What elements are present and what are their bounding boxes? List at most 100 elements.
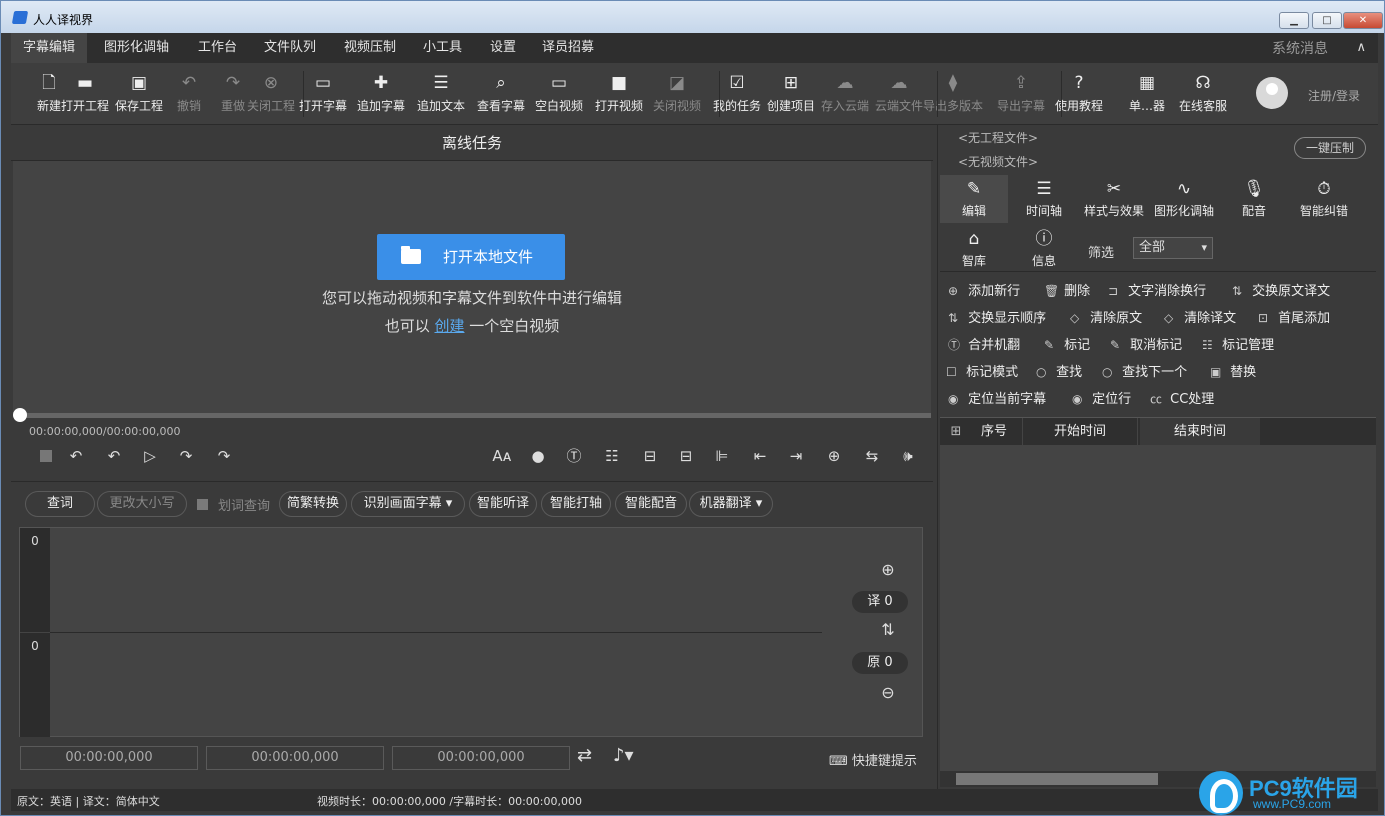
tab-timeline[interactable]: ☰ 时间轴 <box>1010 175 1078 223</box>
toolbar-cloud-upload-button[interactable]: ☁ 云端文件 <box>873 63 925 125</box>
back-1s-icon[interactable]: ↶ <box>101 445 127 467</box>
merge-lines-icon[interactable]: ⊟ <box>637 445 663 467</box>
open-local-file-button[interactable]: 打开本地文件 <box>377 234 565 280</box>
filter-select[interactable]: 全部 <box>1133 237 1213 259</box>
col-index[interactable]: 序号 <box>968 418 1020 446</box>
op-button[interactable]: ◇ 清除译文 <box>1164 307 1236 326</box>
tab-smart-check[interactable]: ⏱ 智能纠错 <box>1290 175 1358 223</box>
forward-1s-icon[interactable]: ↷ <box>173 445 199 467</box>
collapse-toolbar-button[interactable]: ∧ <box>1356 33 1366 63</box>
toolbar-video-camera-button[interactable]: ■ 打开视频 <box>593 63 645 125</box>
menu-workbench[interactable]: 工作台 <box>186 33 249 63</box>
toolbar-view-subtitle-button[interactable]: ⌕ 查看字幕 <box>475 63 527 125</box>
smart-dub-button[interactable]: 智能配音 <box>615 491 687 517</box>
volume-icon[interactable]: 🕪 <box>895 445 921 467</box>
op-button[interactable]: ◉ 定位行 <box>1072 388 1131 407</box>
align-list-icon[interactable]: ☷ <box>599 445 625 467</box>
text-style-icon[interactable]: Ⓣ <box>561 445 587 467</box>
toolbar-blank-video-button[interactable]: ▭ 空白视频 <box>533 63 585 125</box>
zoom-out-icon[interactable]: ⊖ <box>878 683 898 702</box>
system-message-link[interactable]: 系统消息 <box>1272 33 1328 65</box>
lookup-button[interactable]: 查词 <box>25 491 95 517</box>
recognize-subtitle-dropdown[interactable]: 识别画面字幕 ▾ <box>351 491 465 517</box>
scrollbar-thumb[interactable] <box>956 773 1158 785</box>
seek-handle[interactable] <box>13 408 27 422</box>
toolbar-undo-button[interactable]: ↶ 撤销 <box>172 63 206 125</box>
split-lines-icon[interactable]: ⊟ <box>673 445 699 467</box>
subtitle-editor[interactable]: 0 0 ⊕ 译 0 ⇅ 原 0 ⊖ <box>19 527 923 737</box>
clock-icon[interactable]: ● <box>525 445 551 467</box>
tab-info[interactable]: ⓘ 信息 <box>1010 225 1078 273</box>
stop-button[interactable] <box>33 445 59 467</box>
op-button[interactable]: ⊡ 首尾添加 <box>1258 307 1330 326</box>
swap-icon[interactable]: ⇆ <box>859 445 885 467</box>
op-button[interactable]: ○ 查找 <box>1036 361 1082 380</box>
toolbar-folder-button[interactable]: ▬ 打开工程 <box>59 63 111 125</box>
menu-translator-recruit[interactable]: 译员招募 <box>530 33 606 63</box>
menu-file-queue[interactable]: 文件队列 <box>252 33 328 63</box>
start-time-field[interactable]: 00:00:00,000 <box>20 746 198 770</box>
tab-tools[interactable]: ✂ 样式与效果 <box>1080 175 1148 223</box>
avatar[interactable] <box>1256 77 1288 109</box>
jump-end-icon[interactable]: ⇥ <box>783 445 809 467</box>
seek-bar[interactable] <box>13 408 931 422</box>
target-icon[interactable]: ⊕ <box>821 445 847 467</box>
music-note-icon[interactable]: ♪▾ <box>613 745 634 766</box>
tab-graph[interactable]: ∿ 图形化调轴 <box>1150 175 1218 223</box>
toolbar-export-file-button[interactable]: ⇪ 导出字幕 <box>995 63 1047 125</box>
end-time-field[interactable]: 00:00:00,000 <box>206 746 384 770</box>
menu-subtitle-edit[interactable]: 字幕编辑 <box>11 33 88 63</box>
swap-times-icon[interactable]: ⇄ <box>577 745 592 766</box>
toolbar-create-project-button[interactable]: ⊞ 创建项目 <box>765 63 817 125</box>
forward-3s-icon[interactable]: ↷ <box>211 445 237 467</box>
minimize-button[interactable]: ▁ <box>1279 12 1309 29</box>
back-3s-icon[interactable]: ↶ <box>63 445 89 467</box>
word-lookup-checkbox[interactable] <box>197 499 208 510</box>
toolbar-headset-button[interactable]: ☊ 在线客服 <box>1177 63 1229 125</box>
machine-translate-dropdown[interactable]: 机器翻译 ▾ <box>689 491 773 517</box>
op-button[interactable]: ✎ 取消标记 <box>1110 334 1182 353</box>
login-link[interactable]: 注册/登录 <box>1308 87 1360 104</box>
tab-pencil[interactable]: ✎ 编辑 <box>940 175 1008 223</box>
op-button[interactable]: ⊐ 文字消除换行 <box>1108 280 1206 299</box>
menu-video-compress[interactable]: 视频压制 <box>332 33 408 63</box>
font-size-icon[interactable]: Aᴀ <box>489 445 515 467</box>
one-key-compress-button[interactable]: 一键压制 <box>1294 137 1366 159</box>
op-button[interactable]: ◉ 定位当前字幕 <box>948 388 1046 407</box>
op-button[interactable]: ○ 查找下一个 <box>1102 361 1187 380</box>
menu-small-tools[interactable]: 小工具 <box>411 33 474 63</box>
op-button[interactable]: Ⓣ 合并机翻 <box>948 334 1020 353</box>
jump-start-icon[interactable]: ⇤ <box>747 445 773 467</box>
menu-graphic-axis[interactable]: 图形化调轴 <box>92 33 181 63</box>
swap-vertical-icon[interactable]: ⇅ <box>878 620 898 639</box>
smart-listen-button[interactable]: 智能听译 <box>469 491 537 517</box>
toolbar-export-layers-button[interactable]: ⧫ 导出多版本 <box>921 63 985 125</box>
align-left-icon[interactable]: ⊫ <box>709 445 735 467</box>
op-button[interactable]: ㏄ CC处理 <box>1150 388 1214 407</box>
op-button[interactable]: ⊕ 添加新行 <box>948 280 1020 299</box>
duration-time-field[interactable]: 00:00:00,000 <box>392 746 570 770</box>
op-button[interactable]: ▣ 替换 <box>1210 361 1256 380</box>
op-button[interactable]: 🗑 删除 <box>1044 280 1090 299</box>
smart-axis-button[interactable]: 智能打轴 <box>541 491 611 517</box>
play-icon[interactable]: ▷ <box>137 445 163 467</box>
op-button[interactable]: ☐ 标记模式 <box>946 361 1018 380</box>
maximize-button[interactable]: □ <box>1312 12 1342 29</box>
col-end-time[interactable]: 结束时间 <box>1140 418 1260 446</box>
shortcut-hint-button[interactable]: ⌨ 快捷键提示 <box>829 750 917 769</box>
op-button[interactable]: ⇅ 交换显示顺序 <box>948 307 1046 326</box>
menu-settings[interactable]: 设置 <box>478 33 528 63</box>
close-window-button[interactable]: ✕ <box>1343 12 1383 29</box>
toolbar-calculator-button[interactable]: ▦ 单…器 <box>1124 63 1170 125</box>
col-start-time[interactable]: 开始时间 <box>1022 418 1138 446</box>
toolbar-open-folder-button[interactable]: ▭ 打开字幕 <box>297 63 349 125</box>
op-button[interactable]: ✎ 标记 <box>1044 334 1090 353</box>
toolbar-plus-button[interactable]: ✚ 追加字幕 <box>355 63 407 125</box>
tab-brain[interactable]: ⌂ 智库 <box>940 225 1008 273</box>
op-button[interactable]: ◇ 清除原文 <box>1070 307 1142 326</box>
zoom-in-icon[interactable]: ⊕ <box>878 560 898 579</box>
toolbar-text-doc-button[interactable]: ☰ 追加文本 <box>415 63 467 125</box>
tab-microphone[interactable]: 🎙 配音 <box>1220 175 1288 223</box>
toolbar-close-circle-button[interactable]: ⊗ 关闭工程 <box>245 63 297 125</box>
simp-trad-button[interactable]: 简繁转换 <box>279 491 347 517</box>
